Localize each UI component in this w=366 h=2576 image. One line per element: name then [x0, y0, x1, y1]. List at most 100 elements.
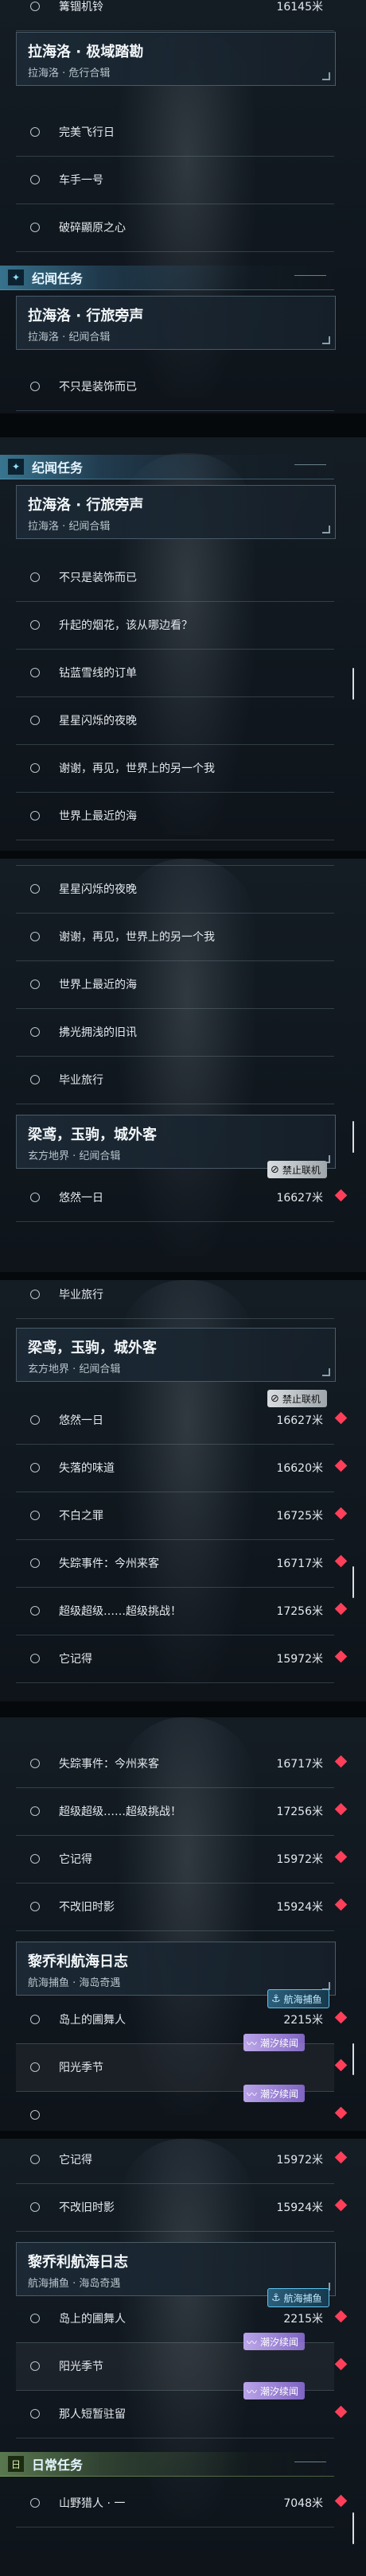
quest-item[interactable]: 不白之罪 16725米 — [16, 1492, 348, 1540]
quest-header-liqiaoli[interactable]: 黎乔利航海日志 航海捕鱼 · 海岛奇遇 — [16, 1942, 336, 1996]
tracking-marker-icon — [334, 1602, 348, 1616]
quest-item[interactable]: 悠然一日 16627米 — [16, 1174, 348, 1222]
status-circle-icon — [30, 1511, 40, 1520]
quest-distance: 16145米 — [276, 1, 323, 14]
quest-item[interactable]: 谢谢，再见，世界上的另一个我 — [16, 744, 334, 793]
quest-item[interactable]: 车手一号 — [16, 156, 334, 204]
section-header-jiwen[interactable]: ✦ 纪闻任务 — [0, 455, 334, 479]
status-circle-icon — [30, 980, 40, 989]
quest-item[interactable]: 完美飞行日 — [16, 108, 334, 157]
quest-item[interactable]: 星星闪烁的夜晚 — [16, 696, 334, 745]
quest-item[interactable]: 拂光拥浅的旧讯 — [16, 1008, 334, 1057]
quest-item[interactable]: 世界上最近的海 — [16, 960, 334, 1009]
quest-item[interactable]: 升起的烟花，该从哪边看？ — [16, 601, 334, 650]
status-circle-icon — [30, 572, 40, 582]
quest-item-name: 那人短暂驻留 — [59, 2408, 126, 2421]
scrollbar[interactable] — [352, 2043, 354, 2075]
status-circle-icon — [30, 2361, 40, 2371]
tracking-marker-icon — [334, 2106, 348, 2120]
quest-item[interactable]: 失落的味道 16620米 — [16, 1444, 348, 1492]
quest-item[interactable]: 超级超级……超级挑战！ 17256米 — [16, 1587, 348, 1635]
quest-item[interactable]: 它记得 15972米 — [16, 1835, 348, 1884]
quest-item[interactable]: 星星闪烁的夜晚 — [16, 865, 334, 914]
section-header-jiwen[interactable]: ✦ 纪闻任务 — [0, 266, 334, 290]
tracking-marker-icon — [334, 1898, 348, 1911]
quest-item[interactable]: 毕业旅行 — [16, 1056, 334, 1104]
status-circle-icon — [30, 1854, 40, 1864]
section-title: 纪闻任务 — [32, 271, 84, 286]
quest-item-name: 不只是装饰而已 — [59, 381, 137, 394]
screenshot-panel-1: 篝锢机铃 16145米 拉海洛 · 极域踏勘 拉海洛 · 危行合辑 完美飞行日 … — [0, 0, 366, 413]
tracking-marker-icon — [334, 2058, 348, 2072]
quest-item-name: 完美飞行日 — [59, 126, 115, 139]
quest-distance: 7048米 — [283, 2497, 323, 2510]
quest-item[interactable]: 它记得 15972米 — [16, 1635, 348, 1683]
quest-item[interactable]: 那人短暂驻留 — [16, 2390, 348, 2438]
status-circle-icon — [30, 1075, 40, 1084]
quest-title: 梁鸢，玉驹，城外客 — [28, 1127, 157, 1143]
corner-icon — [322, 72, 330, 80]
tracking-marker-icon — [334, 1507, 348, 1520]
quest-item-name: 毕业旅行 — [59, 1289, 103, 1302]
diamond-star-icon: ✦ — [8, 459, 24, 475]
quest-item[interactable]: 不改旧时影 15924米 — [16, 1883, 348, 1931]
quest-title: 拉海洛 · 行旅旁声 — [28, 308, 144, 324]
panel-gap — [0, 413, 366, 437]
quest-header-lahailuo-xinglv[interactable]: 拉海洛 · 行旅旁声 拉海洛 · 纪闻合辑 — [16, 296, 336, 350]
quest-item[interactable]: 失踪事件：今州来客 16717米 — [16, 1539, 348, 1588]
section-header-daily[interactable]: 日 日常任务 — [0, 2452, 334, 2477]
status-circle-icon — [30, 620, 40, 630]
quest-distance: 17256米 — [276, 1605, 323, 1618]
quest-item[interactable]: 破碎顯原之心 — [16, 204, 334, 252]
quest-item-name: 岛上的圃舞人 — [59, 2313, 126, 2326]
scrollbar[interactable] — [352, 2512, 354, 2544]
quest-item-name: 篝锢机铃 — [59, 1, 103, 14]
panel-gap — [0, 851, 366, 859]
section-title: 纪闻任务 — [32, 460, 84, 475]
quest-distance: 16717米 — [276, 1758, 323, 1771]
quest-item[interactable]: 谢谢，再见，世界上的另一个我 — [16, 913, 334, 961]
status-circle-icon — [30, 1463, 40, 1472]
screenshot-panel-6: 它记得 15972米 不改旧时影 15924米 黎乔利航海日志 航海捕鱼 · 海… — [0, 2139, 366, 2576]
quest-item[interactable]: 悠然一日 16627米 — [16, 1396, 348, 1445]
tracking-marker-icon — [334, 1554, 348, 1568]
corner-icon — [322, 336, 330, 344]
quest-item[interactable]: 它记得 15972米 — [16, 2139, 348, 2184]
quest-item[interactable]: 山野猎人 · 一 7048米 — [16, 2479, 348, 2528]
scrollbar[interactable] — [352, 1566, 354, 1598]
quest-item-name: 失落的味道 — [59, 1462, 115, 1475]
tracking-marker-icon — [334, 2310, 348, 2323]
quest-item[interactable]: 篝锢机铃 16145米 — [16, 0, 334, 31]
calendar-icon: 日 — [8, 2456, 24, 2472]
quest-header-lahailuo-xinglv[interactable]: 拉海洛 · 行旅旁声 拉海洛 · 纪闻合辑 — [16, 485, 336, 539]
quest-item[interactable]: 超级超级……超级挑战！ 17256米 — [16, 1787, 348, 1836]
status-circle-icon — [30, 2409, 40, 2419]
quest-subtitle: 拉海洛 · 危行合辑 — [28, 68, 111, 80]
quest-item[interactable]: 失踪事件：今州来客 16717米 — [16, 1740, 348, 1788]
quest-item[interactable]: 不改旧时影 15924米 — [16, 2183, 348, 2232]
scrollbar[interactable] — [352, 1121, 354, 1153]
screenshot-panel-3: 钻蓝雪线的订单 星星闪烁的夜晚 谢谢，再见，世界上的另一个我 世界上最近的海 拂… — [0, 859, 366, 1272]
quest-item[interactable]: 不只是装饰而已 — [16, 553, 334, 602]
quest-distance: 15972米 — [276, 1853, 323, 1866]
quest-item[interactable]: 世界上最近的海 — [16, 792, 334, 840]
status-circle-icon — [30, 2110, 40, 2120]
quest-item-name: 它记得 — [59, 1653, 92, 1666]
diamond-star-icon: ✦ — [8, 270, 24, 285]
tracking-marker-icon — [334, 1411, 348, 1425]
tracking-marker-icon — [334, 1802, 348, 1816]
panel-gap — [0, 2131, 366, 2139]
quest-header-lahailuo-jiyu[interactable]: 拉海洛 · 极域踏勘 拉海洛 · 危行合辑 — [16, 32, 336, 86]
quest-distance: 16725米 — [276, 1510, 323, 1523]
quest-distance: 15924米 — [276, 1901, 323, 1914]
screenshot-panel-4: 毕业旅行 梁鸢，玉驹，城外客 玄方地界 · 纪闻合辑 ⊘ 禁止联机 悠然一日 1… — [0, 1280, 366, 1701]
quest-header-liangniao[interactable]: 梁鸢，玉驹，城外客 玄方地界 · 纪闻合辑 — [16, 1328, 336, 1382]
quest-item[interactable]: 不只是装饰而已 — [16, 363, 334, 411]
quest-item[interactable] — [16, 2091, 348, 2131]
quest-item[interactable]: 毕业旅行 — [16, 1280, 334, 1319]
quest-item[interactable]: 钻蓝雪线的订单 — [16, 649, 334, 697]
quest-distance: 16627米 — [276, 1192, 323, 1205]
quest-item-name: 阳光季节 — [59, 2361, 103, 2373]
status-circle-icon — [30, 2314, 40, 2323]
scrollbar[interactable] — [352, 668, 354, 700]
